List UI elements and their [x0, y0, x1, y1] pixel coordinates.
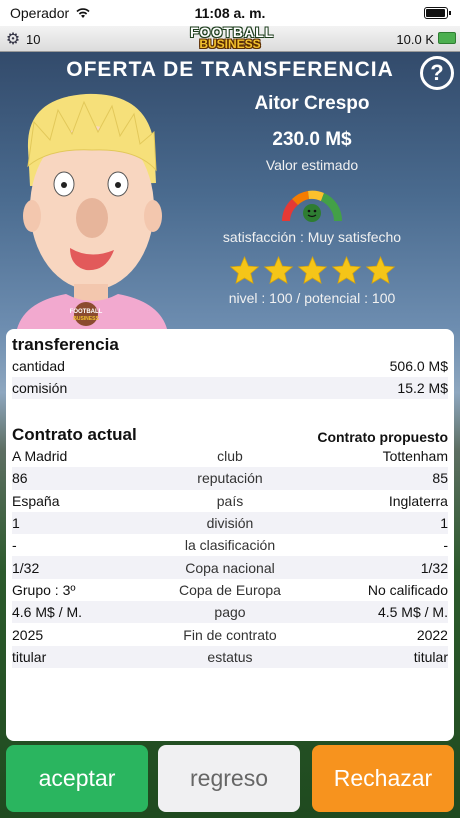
- player-info: Aitor Crespo 230.0 M$ Valor estimado sat…: [180, 93, 444, 306]
- transfer-section-title: transferencia: [12, 335, 119, 354]
- transfer-row: cantidad 506.0 M$: [12, 355, 448, 377]
- carrier-name: Operador: [10, 5, 70, 21]
- football-business-logo: FOOTBALL BUSINESS: [190, 24, 273, 54]
- back-button[interactable]: regreso: [158, 745, 300, 812]
- proposed-value: No calificado: [367, 581, 448, 598]
- money-balance: 10.0 K: [396, 32, 434, 47]
- star-icon: [297, 255, 327, 284]
- rating-stars: [180, 255, 444, 286]
- contract-row: 2025 Fin de contrato 2022: [12, 623, 448, 645]
- battery-icon: [424, 7, 451, 19]
- contract-row: A Madrid club Tottenham: [12, 445, 448, 467]
- action-buttons: aceptar regreso Rechazar: [0, 745, 460, 812]
- help-button[interactable]: ?: [420, 56, 454, 90]
- contract-row: 1/32 Copa nacional 1/32: [12, 556, 448, 579]
- contract-field-label: club: [217, 448, 243, 465]
- contract-field-label: la clasificación: [184, 537, 276, 554]
- wifi-icon: [76, 8, 90, 18]
- transfer-rows: cantidad 506.0 M$ comisión 15.2 M$: [12, 355, 448, 399]
- contract-field-label: Copa de Europa: [179, 581, 281, 598]
- proposed-value: Inglaterra: [388, 492, 448, 509]
- satisfaction-text: satisfacción : Muy satisfecho: [222, 229, 402, 245]
- player-name: Aitor Crespo: [254, 93, 370, 114]
- current-value: -: [12, 537, 17, 554]
- current-value: 86: [12, 470, 28, 487]
- current-contract-title: Contrato actual: [12, 425, 137, 444]
- star-icon: [331, 255, 361, 284]
- transfer-label: cantidad: [12, 358, 65, 374]
- carrier-info: Operador: [10, 5, 91, 21]
- contract-row: 4.6 M$ / M. pago 4.5 M$ / M.: [12, 601, 448, 624]
- contract-row: titular estatus titular: [12, 645, 448, 668]
- contract-row: España país Inglaterra: [12, 490, 448, 512]
- proposed-value: 85: [432, 470, 448, 487]
- current-value: Grupo : 3º: [12, 581, 76, 598]
- cash-icon[interactable]: [438, 32, 456, 44]
- contract-row: 1 división 1: [12, 511, 448, 535]
- gear-icon[interactable]: ⚙: [4, 30, 22, 48]
- contract-field-label: reputación: [197, 470, 263, 487]
- proposed-contract-title: Contrato propuesto: [317, 429, 448, 445]
- status-bar: Operador 11:08 a. m.: [0, 0, 460, 26]
- contract-field-label: Fin de contrato: [183, 626, 277, 643]
- contract-rows: A Madrid club Tottenham 86 reputación 85 Españ…: [12, 445, 448, 668]
- contract-row: Grupo : 3º Copa de Europa No calificado: [12, 579, 448, 601]
- value-label: Valor estimado: [265, 157, 359, 173]
- transfer-row: comisión 15.2 M$: [12, 377, 448, 399]
- star-icon: [263, 255, 293, 284]
- contract-field-label: división: [206, 515, 254, 532]
- proposed-value: Tottenham: [382, 448, 448, 465]
- proposed-value: -: [443, 537, 448, 554]
- star-icon: [229, 255, 259, 284]
- transfer-label: comisión: [12, 380, 68, 396]
- current-value: 2025: [12, 626, 44, 643]
- accept-button[interactable]: aceptar: [6, 745, 148, 812]
- proposed-value: 1: [440, 515, 448, 532]
- satisfaction-gauge-icon: [282, 190, 343, 222]
- shirt-logo-top: FOOTBALL: [70, 309, 103, 315]
- current-value: 4.6 M$ / M.: [12, 604, 83, 621]
- proposed-value: titular: [413, 648, 448, 665]
- contract-row: 86 reputación 85: [12, 467, 448, 490]
- level-potential-text: nivel : 100 / potencial : 100: [228, 290, 396, 306]
- game-top-bar: ⚙ 10 FOOTBALL BUSINESS 10.0 K: [0, 24, 460, 54]
- proposed-value: 1/32: [420, 559, 448, 576]
- contract-row: - la clasificación -: [12, 534, 448, 556]
- shirt-logo-bottom: BUSINESS: [73, 316, 99, 322]
- logo-bottom-text: BUSINESS: [199, 37, 261, 51]
- proposed-value: 4.5 M$ / M.: [377, 604, 448, 621]
- transfer-value: 15.2 M$: [397, 380, 448, 396]
- current-value: 1: [12, 515, 20, 532]
- current-value: A Madrid: [12, 448, 68, 465]
- contract-header: Contrato actual Contrato propuesto: [12, 425, 448, 445]
- contract-field-label: pago: [214, 604, 246, 621]
- player-value: 230.0 M$: [272, 129, 352, 150]
- contract-field-label: Copa nacional: [185, 559, 275, 576]
- proposed-value: 2022: [416, 626, 448, 643]
- current-value: 1/32: [12, 559, 40, 576]
- current-value: España: [12, 492, 60, 509]
- transfer-offer-screen: Operador 11:08 a. m. ⚙ 10 FOOTBALL BUSIN…: [0, 0, 460, 818]
- current-value: titular: [12, 648, 47, 665]
- player-avatar: FOOTBALL BUSINESS: [16, 93, 168, 333]
- contract-field-label: país: [216, 492, 244, 509]
- contract-field-label: estatus: [207, 648, 253, 665]
- transfer-value: 506.0 M$: [389, 358, 448, 374]
- manager-level: 10: [26, 32, 41, 47]
- offer-details-panel: transferencia cantidad 506.0 M$ comisión 15…: [6, 329, 454, 741]
- star-icon: [365, 255, 395, 284]
- reject-button[interactable]: Rechazar: [312, 745, 454, 812]
- page-title: OFERTA DE TRANSFERENCIA: [66, 58, 394, 81]
